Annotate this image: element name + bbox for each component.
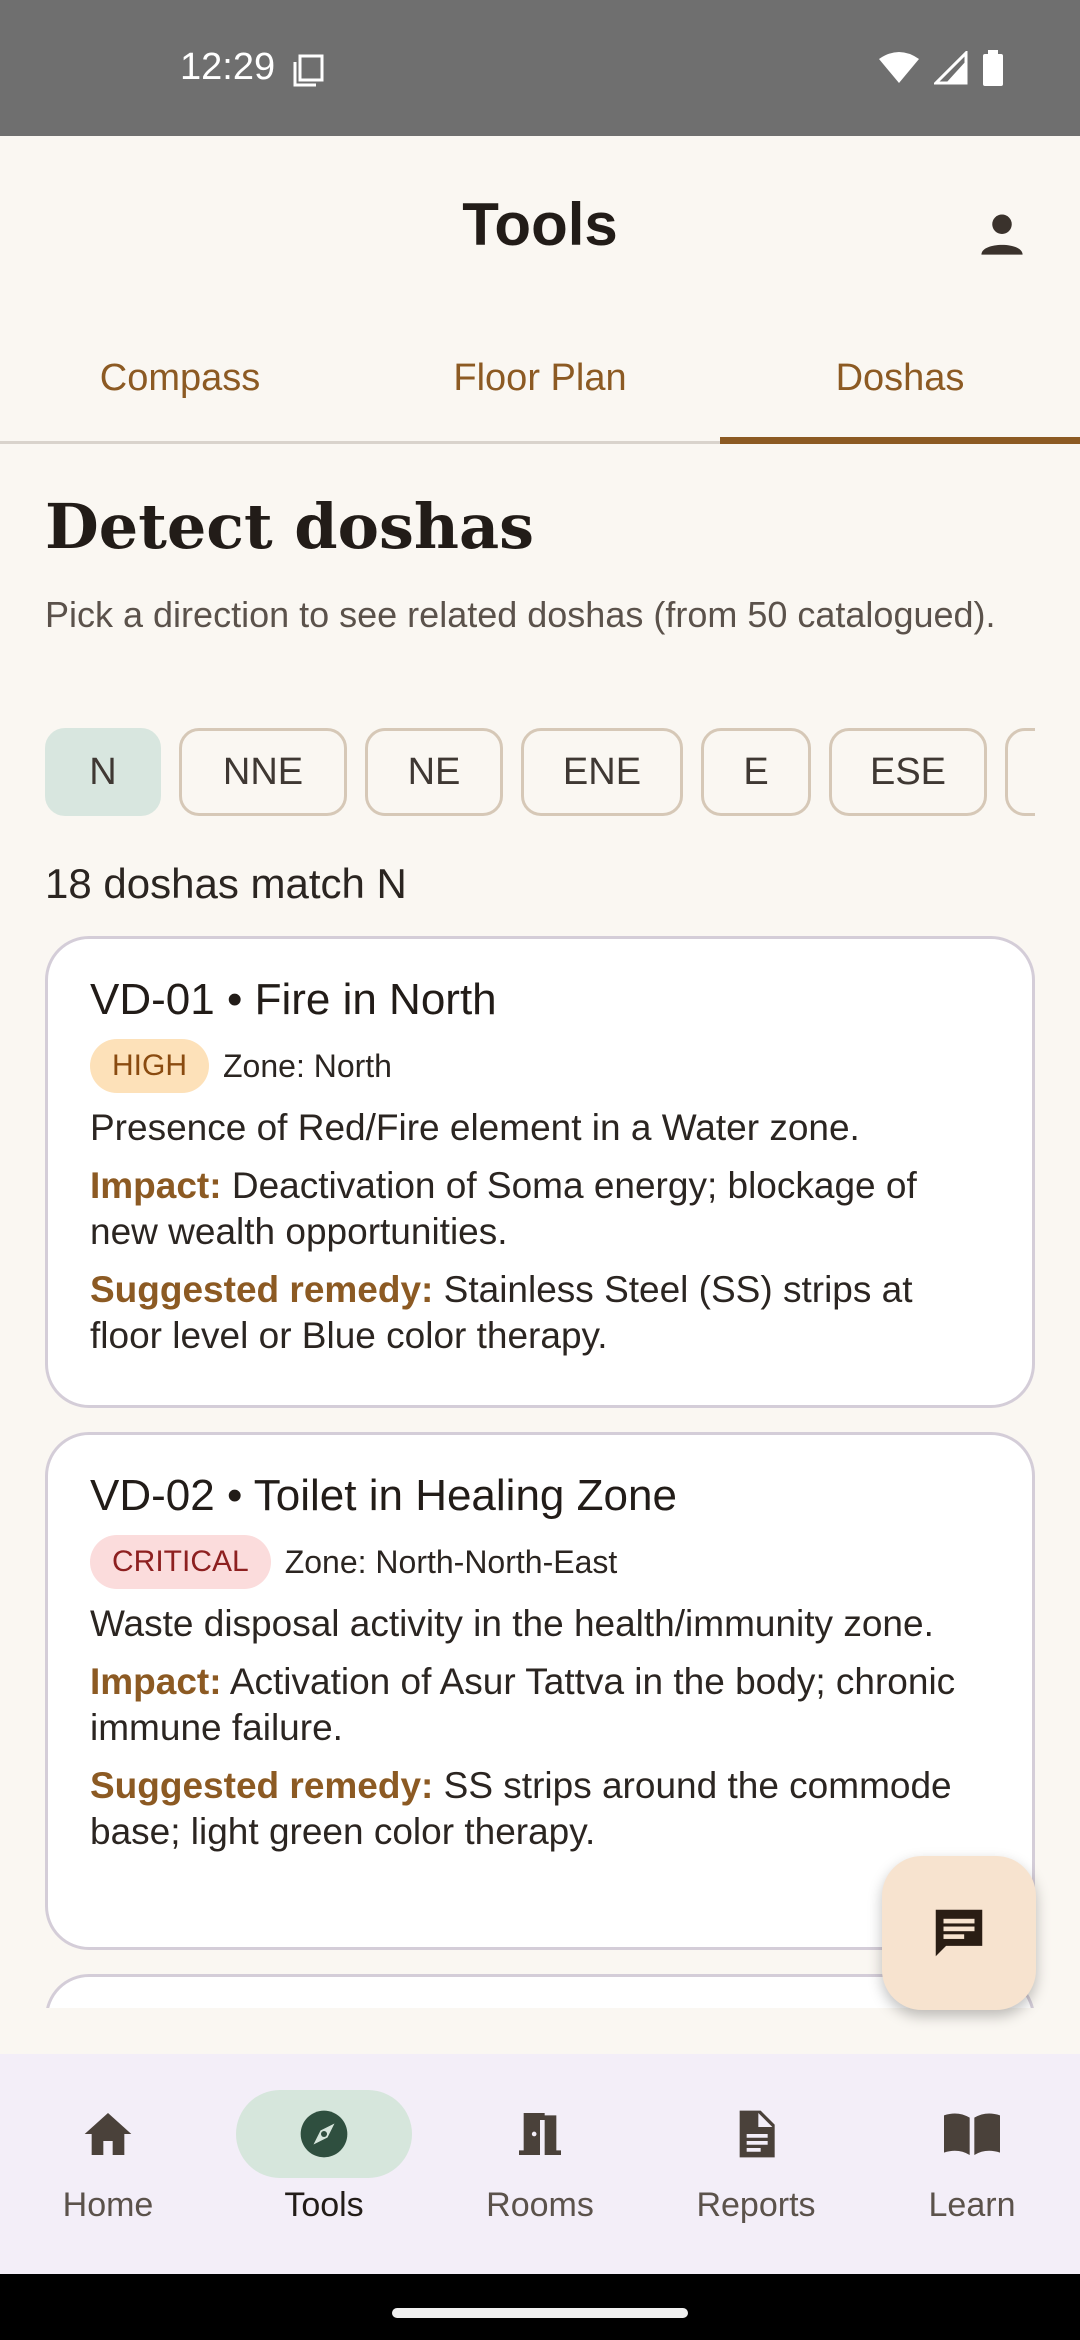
tab-bar: Compass Floor Plan Doshas (0, 316, 1080, 444)
severity-badge: CRITICAL (90, 1535, 271, 1589)
nav-label: Tools (284, 2186, 364, 2224)
dosha-card[interactable]: VD-01 • Fire in North HIGH Zone: North P… (45, 936, 1035, 1408)
document-icon (739, 2110, 775, 2158)
nav-item-learn[interactable]: Learn (864, 2054, 1080, 2274)
remedy-label: Suggested remedy: (90, 1269, 434, 1310)
nav-label: Learn (928, 2186, 1016, 2224)
dosha-impact: Impact: Deactivation of Soma energy; blo… (90, 1163, 990, 1255)
dosha-remedy: Suggested remedy: Stainless Steel (SS) s… (90, 1267, 990, 1359)
system-gesture-bar (0, 2274, 1080, 2340)
dosha-title: VD-01 • Fire in North (90, 975, 497, 1024)
nav-item-home[interactable]: Home (0, 2054, 216, 2274)
nav-item-tools[interactable]: Tools (216, 2054, 432, 2274)
nav-label: Home (62, 2186, 154, 2224)
signal-icon (934, 51, 968, 85)
status-time: 12:29 (180, 46, 276, 88)
direction-chip-list[interactable]: N NNE NE ENE E ESE SE (45, 728, 1035, 816)
tab-floor-plan[interactable]: Floor Plan (360, 316, 720, 441)
nav-item-rooms[interactable]: Rooms (432, 2054, 648, 2274)
severity-badge: HIGH (90, 1039, 209, 1093)
direction-chip-ene[interactable]: ENE (521, 728, 683, 816)
dosha-title: VD-02 • Toilet in Healing Zone (90, 1471, 677, 1520)
chat-fab-button[interactable] (882, 1856, 1036, 2010)
home-gesture-handle[interactable] (392, 2308, 688, 2318)
direction-chip-se[interactable]: SE (1005, 728, 1035, 816)
nav-item-reports[interactable]: Reports (648, 2054, 864, 2274)
dosha-zone: Zone: North (223, 1047, 392, 1084)
app-bar: Tools (0, 136, 1080, 316)
tab-compass[interactable]: Compass (0, 316, 360, 441)
page-title: Tools (462, 191, 618, 258)
section-heading: Detect doshas (45, 490, 535, 563)
remedy-label: Suggested remedy: (90, 1765, 434, 1806)
nav-label: Rooms (486, 2186, 594, 2224)
match-count: 18 doshas match N (45, 860, 407, 907)
dosha-card[interactable]: VD-02 • Toilet in Healing Zone CRITICAL … (45, 1432, 1035, 1950)
dosha-impact: Impact: Activation of Asur Tattva in the… (90, 1659, 990, 1751)
nav-label: Reports (696, 2186, 816, 2224)
door-icon (519, 2113, 561, 2155)
dosha-zone: Zone: North-North-East (284, 1543, 618, 1580)
impact-label: Impact: (90, 1661, 222, 1702)
dosha-remedy: Suggested remedy: SS strips around the c… (90, 1763, 990, 1855)
direction-chip-ese[interactable]: ESE (829, 728, 987, 816)
tab-doshas[interactable]: Doshas (720, 316, 1080, 444)
screenshot-notification-icon (293, 54, 324, 87)
book-icon (944, 2113, 1000, 2155)
direction-chip-n[interactable]: N (45, 728, 161, 816)
battery-icon (983, 50, 1003, 86)
direction-chip-e[interactable]: E (701, 728, 811, 816)
chat-icon (935, 1909, 983, 1957)
impact-label: Impact: (90, 1165, 222, 1206)
home-icon (84, 2113, 132, 2155)
status-icons (878, 50, 1004, 86)
wifi-icon (879, 52, 919, 83)
dosha-description: Presence of Red/Fire element in a Water … (90, 1107, 860, 1148)
bottom-navigation: Home Tools Rooms Reports Learn (0, 2054, 1080, 2274)
direction-chip-nne[interactable]: NNE (179, 728, 347, 816)
dosha-list: VD-01 • Fire in North HIGH Zone: North P… (45, 936, 1035, 2008)
account-icon (981, 214, 1023, 255)
account-button[interactable] (964, 196, 1040, 272)
direction-chip-ne[interactable]: NE (365, 728, 503, 816)
dosha-description: Waste disposal activity in the health/im… (90, 1603, 934, 1644)
section-description: Pick a direction to see related doshas (… (45, 594, 996, 635)
status-bar: 12:29 (0, 0, 1080, 136)
compass-icon (300, 2110, 348, 2158)
